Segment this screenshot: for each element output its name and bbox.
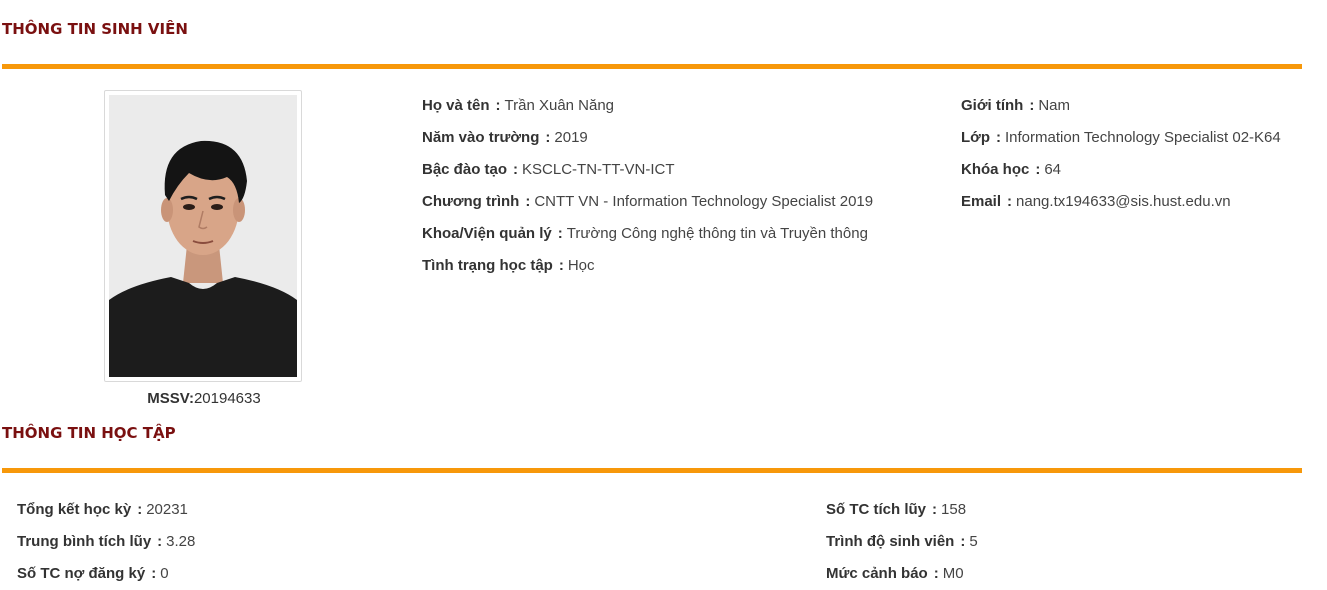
field-value: Trần Xuân Năng (504, 97, 615, 114)
field-label: Bậc đào tạo (422, 161, 508, 178)
student-info-title: THÔNG TIN SINH VIÊN (2, 20, 188, 38)
field-value: 2019 (554, 129, 588, 146)
field-value: Nam (1038, 97, 1070, 114)
student-id: MSSV:20194633 (104, 390, 304, 407)
field-accumulated-credits: Số TC tích lũy:158 (826, 501, 967, 518)
student-info-divider (2, 64, 1302, 69)
student-id-value: 20194633 (193, 390, 261, 407)
field-value: 20231 (146, 501, 188, 518)
field-value: 5 (969, 533, 978, 550)
study-info-divider (2, 468, 1302, 473)
field-label: Lớp (961, 129, 990, 146)
field-value: 64 (1044, 161, 1062, 178)
field-study-status: Tình trạng học tập: Học (422, 257, 595, 274)
field-full-name: Họ và tên: Trần Xuân Năng (422, 97, 615, 114)
field-value: KSCLC-TN-TT-VN-ICT (522, 161, 675, 178)
field-label: Số TC nợ đăng ký (17, 565, 146, 582)
field-value: nang.tx194633@sis.hust.edu.vn (1016, 193, 1231, 210)
field-value: 3.28 (166, 533, 196, 550)
field-value: CNTT VN - Information Technology Special… (534, 193, 874, 210)
field-training-level: Bậc đào tạo: KSCLC-TN-TT-VN-ICT (422, 161, 675, 178)
field-label: Họ và tên (422, 97, 490, 114)
field-label: Trình độ sinh viên (826, 533, 955, 550)
field-faculty: Khoa/Viện quản lý: Trường Công nghệ thông… (422, 225, 868, 242)
field-semester-summary: Tổng kết học kỳ:20231 (17, 501, 188, 518)
field-class: Lớp: Information Technology Specialist 02… (961, 129, 1281, 146)
field-value: Trường Công nghệ thông tin và Truyền thô… (566, 225, 868, 242)
field-value: M0 (942, 565, 964, 582)
field-label: Khoa/Viện quản lý (422, 225, 552, 242)
field-enrollment-year: Năm vào trường:2019 (422, 129, 588, 146)
field-value: Học (567, 257, 595, 274)
field-course: Khóa học:64 (961, 161, 1062, 178)
field-label: Số TC tích lũy (826, 501, 927, 518)
field-value: 158 (941, 501, 967, 518)
student-photo (104, 90, 302, 382)
field-student-level: Trình độ sinh viên:5 (826, 533, 978, 550)
field-label: Giới tính (961, 97, 1024, 114)
study-info-title: THÔNG TIN HỌC TẬP (2, 424, 176, 442)
field-label: Mức cảnh báo (826, 565, 928, 582)
field-label: Trung bình tích lũy (17, 533, 152, 550)
field-value: Information Technology Specialist 02-K64 (1005, 129, 1281, 146)
field-gender: Giới tính: Nam (961, 97, 1070, 114)
field-warning-level: Mức cảnh báo: M0 (826, 565, 964, 582)
field-email: Email: nang.tx194633@sis.hust.edu.vn (961, 193, 1231, 210)
field-label: Khóa học (961, 161, 1030, 178)
field-label: Tình trạng học tập (422, 257, 553, 274)
field-label: Tổng kết học kỳ (17, 501, 132, 518)
field-value: 0 (160, 565, 169, 582)
field-label: Chương trình (422, 193, 520, 210)
student-portrait-image (109, 95, 297, 377)
field-credits-owed: Số TC nợ đăng ký:0 (17, 565, 169, 582)
field-cumulative-gpa: Trung bình tích lũy:3.28 (17, 533, 196, 550)
field-program: Chương trình: CNTT VN - Information Techn… (422, 193, 874, 210)
field-label: Năm vào trường (422, 129, 540, 146)
field-label: Email (961, 193, 1002, 210)
student-id-label: MSSV: (147, 390, 194, 407)
